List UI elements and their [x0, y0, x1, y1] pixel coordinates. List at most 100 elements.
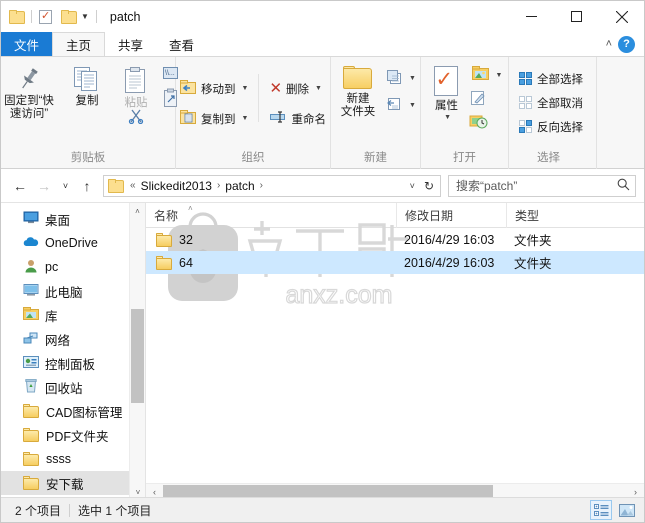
select-none-button[interactable]: 全部取消 — [517, 92, 585, 113]
ribbon: 固定到“快 速访问” 复制 粘贴 \\... 剪贴板 移动到 ▼ 复制到 ▼ ✕… — [1, 56, 644, 169]
scroll-left-icon[interactable]: ‹ — [146, 487, 163, 497]
chevron-down-icon[interactable]: ▼ — [242, 85, 249, 92]
ribbon-group-clipboard: 固定到“快 速访问” 复制 粘贴 \\... 剪贴板 — [1, 57, 178, 169]
breadcrumb-separator-0[interactable]: › — [214, 180, 223, 191]
ribbon-group-select: 全部选择 全部取消 反向选择 选择 — [509, 57, 597, 169]
column-header-name[interactable]: 名称 ˄ — [146, 203, 396, 228]
navigation-scrollbar-thumb[interactable] — [131, 309, 144, 403]
table-row[interactable]: 32 2016/4/29 16:03 文件夹 — [146, 228, 644, 251]
row-type-cell: 文件夹 — [514, 257, 552, 271]
properties-button[interactable]: ✓ 属性 ▼ — [425, 62, 469, 121]
refresh-icon[interactable]: ↻ — [420, 179, 438, 193]
invert-selection-label: 反向选择 — [537, 121, 583, 134]
minimize-button[interactable] — [509, 1, 554, 32]
selection-count-label: 选中 1 个项目 — [78, 503, 152, 518]
sidebar-item-cad-folder[interactable]: CAD图标管理 — [1, 399, 145, 423]
chevron-down-icon[interactable]: ▼ — [315, 85, 322, 92]
qat-divider-2 — [95, 10, 97, 23]
sidebar-item-this-pc[interactable]: 此电脑 — [1, 279, 145, 303]
chevron-down-icon[interactable]: ▼ — [444, 114, 451, 121]
select-none-label: 全部取消 — [537, 97, 583, 110]
breadcrumb-item-0[interactable]: Slickedit2013 — [139, 179, 214, 193]
properties-icon[interactable] — [39, 9, 52, 24]
folder-icon[interactable] — [9, 10, 25, 24]
column-header-row: 名称 ˄ 修改日期 类型 — [146, 203, 644, 228]
up-button[interactable]: ↑ — [76, 175, 98, 197]
chevron-down-icon[interactable]: ▼ — [81, 12, 89, 21]
new-folder-label: 新建 文件夹 — [340, 93, 376, 118]
view-buttons — [590, 500, 638, 520]
address-bar[interactable]: « Slickedit2013 › patch › ˅ ↻ — [103, 174, 441, 197]
ribbon-tab-strip-right: ˄ ? — [606, 32, 644, 56]
scroll-right-icon[interactable]: › — [627, 487, 644, 497]
column-header-type[interactable]: 类型 — [506, 203, 606, 228]
breadcrumb-item-1[interactable]: patch — [223, 179, 256, 193]
sidebar-item-network[interactable]: 网络 — [1, 327, 145, 351]
breadcrumb-overflow[interactable]: « — [127, 180, 139, 191]
sidebar-item-label: PDF文件夹 — [46, 429, 109, 444]
select-group-label: 选择 — [537, 152, 560, 164]
pin-to-quick-access-button[interactable]: 固定到“快 速访问” — [1, 62, 61, 121]
sidebar-item-recycle-bin[interactable]: 回收站 — [1, 375, 145, 399]
rename-label: 重命名 — [291, 113, 326, 126]
address-dropdown-icon[interactable]: ˅ — [405, 181, 420, 191]
scroll-up-icon[interactable]: ˄ — [130, 203, 145, 219]
new-folder-icon[interactable] — [61, 10, 77, 24]
rename-button[interactable]: 重命名 — [267, 108, 328, 129]
recent-locations-button[interactable]: ˅ — [57, 175, 74, 197]
search-input[interactable] — [454, 177, 617, 194]
edit-icon[interactable] — [469, 90, 505, 109]
paste-button[interactable]: 粘贴 — [113, 62, 159, 110]
tab-share[interactable]: 共享 — [105, 32, 156, 56]
delete-icon: ✕ — [269, 79, 283, 97]
navigation-scrollbar[interactable]: ˄ ˅ — [129, 203, 145, 499]
close-button[interactable] — [599, 1, 644, 32]
sidebar-item-desktop[interactable]: 桌面 — [1, 207, 145, 231]
sidebar-item-pc-user[interactable]: pc — [1, 255, 145, 279]
sidebar-item-control-panel[interactable]: 控制面板 — [1, 351, 145, 375]
properties-label: 属性 — [435, 100, 459, 112]
help-icon[interactable]: ? — [618, 35, 635, 53]
search-icon[interactable] — [617, 178, 630, 194]
move-to-button[interactable]: 移动到 ▼ — [178, 78, 250, 99]
search-box[interactable] — [448, 174, 636, 197]
details-view-icon[interactable] — [590, 500, 612, 520]
chevron-down-icon[interactable]: ▼ — [409, 102, 416, 109]
copy-to-button[interactable]: 复制到 ▼ — [178, 108, 250, 129]
recycle-bin-icon — [23, 378, 39, 396]
back-button[interactable]: ← — [9, 175, 31, 197]
select-all-button[interactable]: 全部选择 — [517, 68, 585, 89]
select-none-icon — [519, 95, 533, 110]
sidebar-item-label: 库 — [45, 309, 58, 324]
sidebar-item-anxiazai[interactable]: 安下载 — [1, 471, 145, 495]
table-row[interactable]: 64 2016/4/29 16:03 文件夹 — [146, 251, 644, 274]
tab-file[interactable]: 文件 — [1, 32, 53, 56]
sidebar-item-libraries[interactable]: 库 — [1, 303, 145, 327]
chevron-down-icon[interactable]: ▼ — [409, 75, 416, 82]
tab-view[interactable]: 查看 — [156, 32, 207, 56]
row-name-cell: 32 — [146, 228, 396, 251]
new-folder-button[interactable]: 新建 文件夹 — [333, 62, 383, 119]
sidebar-item-ssss[interactable]: ssss — [1, 447, 145, 471]
cut-icon[interactable] — [127, 108, 145, 127]
sidebar-item-label: pc — [45, 260, 59, 274]
forward-button[interactable]: → — [33, 175, 55, 197]
delete-button[interactable]: ✕ 删除 ▼ — [267, 78, 328, 99]
copy-button[interactable]: 复制 — [61, 62, 113, 108]
sidebar-item-pdf-folder[interactable]: PDF文件夹 — [1, 423, 145, 447]
invert-selection-button[interactable]: 反向选择 — [517, 116, 585, 137]
new-item-button[interactable]: ▼ — [383, 68, 418, 89]
chevron-down-icon[interactable]: ▼ — [242, 115, 249, 122]
history-icon[interactable] — [469, 113, 505, 132]
horizontal-scrollbar-thumb[interactable] — [163, 484, 493, 498]
easy-access-button[interactable]: ▼ — [383, 95, 418, 116]
sidebar-item-onedrive[interactable]: OneDrive — [1, 231, 145, 255]
tab-home[interactable]: 主页 — [52, 32, 106, 56]
chevron-down-icon[interactable]: ▼ — [496, 72, 503, 79]
collapse-ribbon-icon[interactable]: ˄ — [606, 38, 612, 50]
large-icons-view-icon[interactable] — [616, 500, 638, 520]
column-header-date-modified[interactable]: 修改日期 — [396, 203, 506, 228]
breadcrumb-separator-1[interactable]: › — [257, 180, 266, 191]
open-button[interactable]: ▼ — [469, 65, 505, 86]
maximize-button[interactable] — [554, 1, 599, 32]
